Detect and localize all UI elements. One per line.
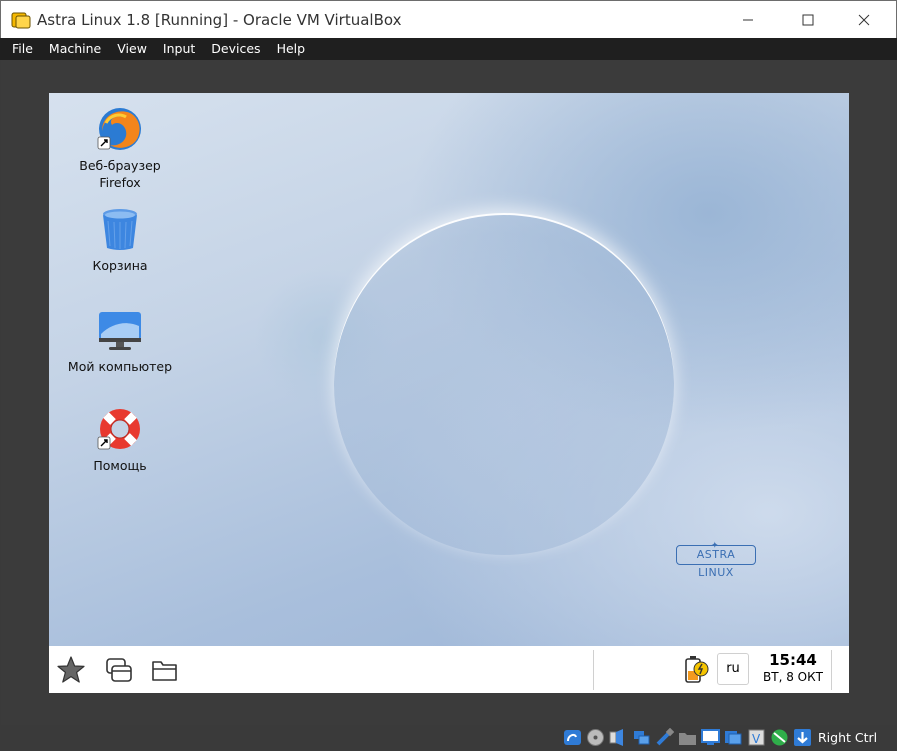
help-lifebuoy-icon: [96, 405, 144, 453]
desktop-icon-label: Веб-браузер: [79, 158, 161, 173]
file-manager-button[interactable]: [149, 654, 181, 686]
video-capture-icon[interactable]: [724, 728, 743, 747]
wallpaper-planet: [334, 215, 674, 555]
menu-bar: File Machine View Input Devices Help: [0, 38, 897, 60]
optical-drive-icon[interactable]: [586, 728, 605, 747]
network-icon[interactable]: [632, 728, 651, 747]
keyboard-capture-icon[interactable]: [793, 728, 812, 747]
hard-disk-icon[interactable]: [563, 728, 582, 747]
trash-icon: [96, 205, 144, 253]
maximize-button[interactable]: [785, 1, 831, 39]
star-icon: [57, 656, 85, 683]
menu-devices[interactable]: Devices: [203, 38, 268, 60]
mouse-integration-icon[interactable]: [770, 728, 789, 747]
virtualization-icon[interactable]: V: [747, 728, 766, 747]
close-button[interactable]: [841, 1, 887, 39]
shared-folders-icon[interactable]: [678, 728, 697, 747]
guest-screen[interactable]: Веб-браузер Firefox Корзина Мой компьюте…: [49, 93, 849, 693]
display-icon[interactable]: [701, 728, 720, 747]
desktop-icon-label: Помощь: [93, 458, 147, 473]
menu-machine[interactable]: Machine: [41, 38, 109, 60]
folder-icon: [152, 661, 177, 681]
battery-status[interactable]: [679, 654, 711, 686]
menu-help[interactable]: Help: [269, 38, 314, 60]
desktop-icon-label: Firefox: [99, 175, 141, 190]
start-menu-button[interactable]: [55, 654, 87, 686]
menu-file[interactable]: File: [4, 38, 41, 60]
window-switcher-button[interactable]: [103, 654, 135, 686]
desktop-icon-trash[interactable]: Корзина: [60, 205, 180, 274]
desktop-icon-firefox[interactable]: Веб-браузер Firefox: [60, 105, 180, 191]
desktop-icon-help[interactable]: Помощь: [60, 405, 180, 474]
window-title: Astra Linux 1.8 [Running] - Oracle VM Vi…: [37, 10, 402, 29]
menu-view[interactable]: View: [109, 38, 155, 60]
minimize-icon: [743, 19, 753, 21]
maximize-icon: [802, 14, 814, 26]
computer-icon: [96, 306, 144, 354]
keyboard-layout-indicator[interactable]: ru: [717, 653, 749, 685]
star-icon: ✦: [711, 541, 720, 551]
taskbar-separator: [831, 650, 832, 690]
desktop-icon-label: Мой компьютер: [67, 359, 173, 374]
battery-charging-icon: [685, 656, 709, 683]
astra-linux-logo: ✦ ASTRA LINUX: [676, 541, 756, 579]
firefox-icon: [96, 105, 144, 153]
clock-date: ВТ, 8 ОКТ: [763, 670, 823, 684]
clock[interactable]: 15:44 ВТ, 8 ОКТ: [758, 652, 828, 685]
virtualbox-app-icon: [11, 12, 31, 28]
window-title-bar[interactable]: Astra Linux 1.8 [Running] - Oracle VM Vi…: [0, 0, 897, 38]
menu-input[interactable]: Input: [155, 38, 203, 60]
desktop-icon-my-computer[interactable]: Мой компьютер: [60, 306, 180, 375]
close-icon: [858, 14, 870, 26]
usb-icon[interactable]: [655, 728, 674, 747]
audio-icon[interactable]: [609, 728, 628, 747]
windows-icon: [106, 658, 132, 682]
host-key-label[interactable]: Right Ctrl: [818, 730, 877, 745]
desktop-icon-label: Корзина: [92, 258, 148, 273]
vm-status-bar: V Right Ctrl: [0, 725, 897, 751]
minimize-button[interactable]: [725, 1, 771, 39]
taskbar: ru 15:44 ВТ, 8 ОКТ: [49, 646, 849, 693]
clock-time: 15:44: [769, 651, 817, 669]
svg-text:V: V: [752, 732, 761, 746]
taskbar-separator: [593, 650, 594, 690]
desktop-wallpaper[interactable]: Веб-браузер Firefox Корзина Мой компьюте…: [49, 93, 849, 646]
